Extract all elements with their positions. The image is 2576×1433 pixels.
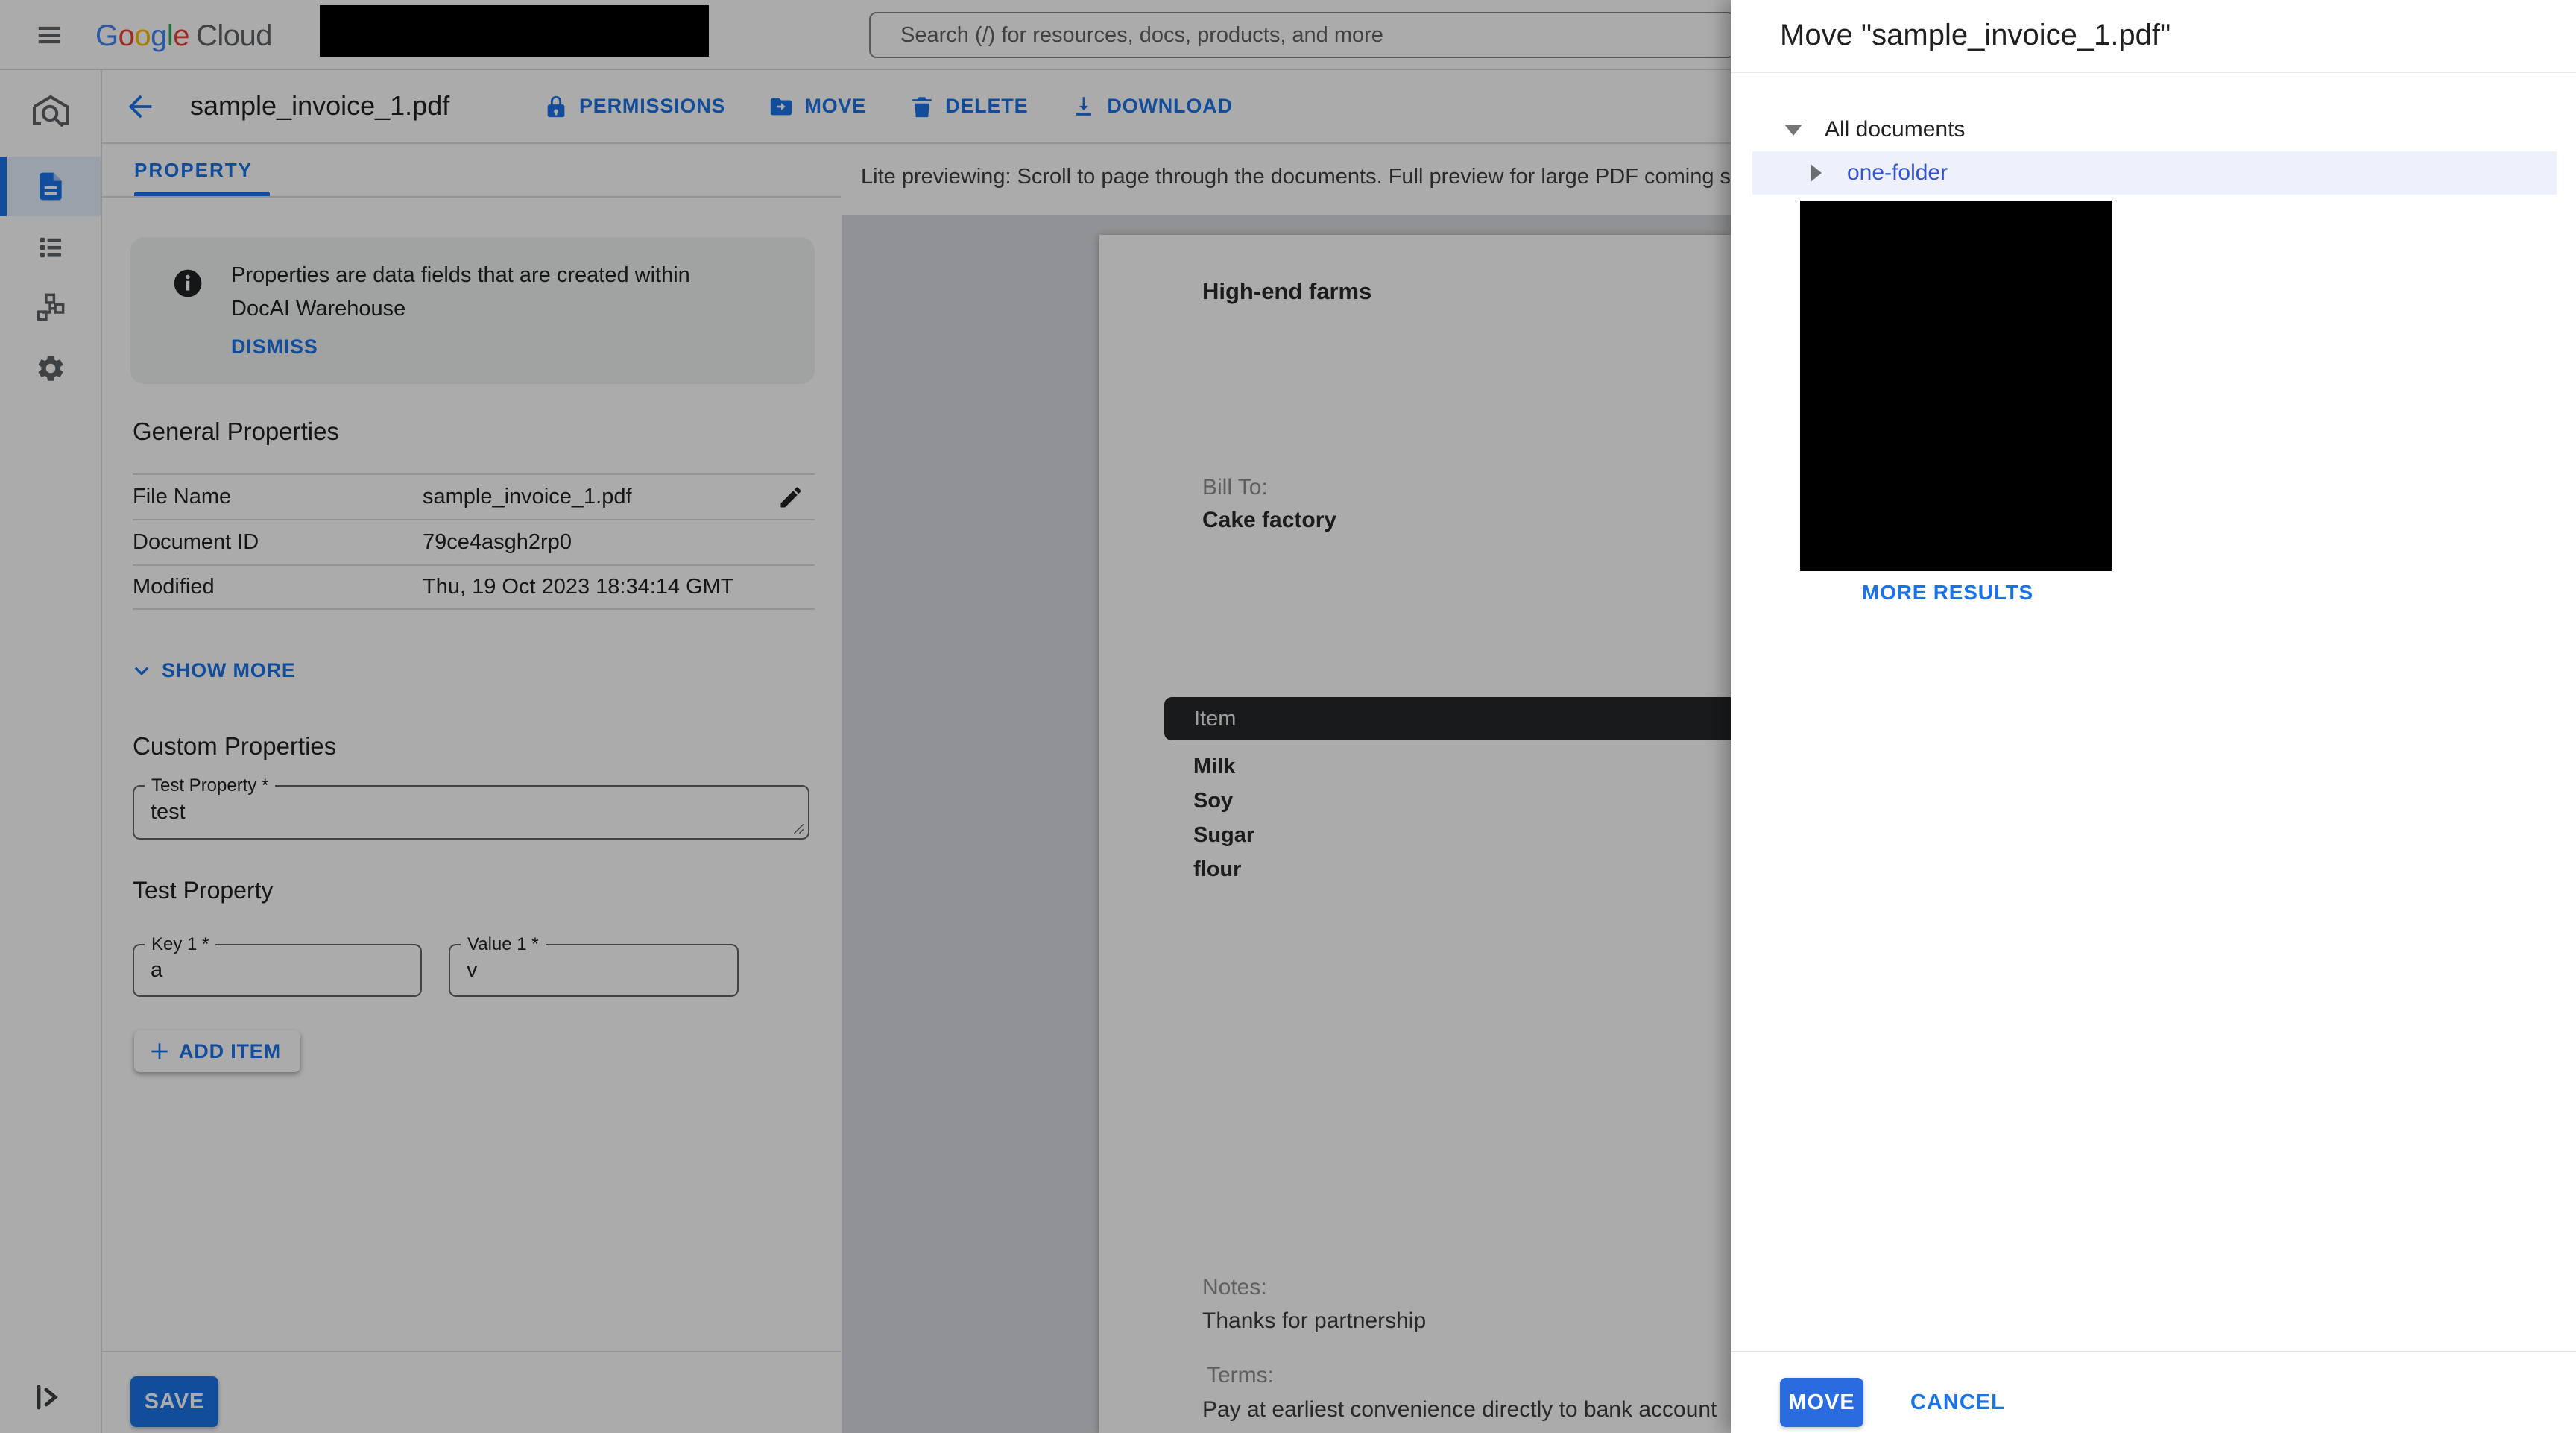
tree-item-all-documents[interactable]: All documents bbox=[1731, 108, 2576, 151]
triangle-right-icon[interactable] bbox=[1811, 164, 1822, 182]
dialog-move-button[interactable]: MOVE bbox=[1780, 1378, 1863, 1427]
dialog-header-divider bbox=[1731, 72, 2576, 73]
redacted-document-thumbnail[interactable] bbox=[1800, 201, 2112, 571]
app-screen: Google Cloud sample_invoice_1.pdf PERMIS… bbox=[0, 0, 2576, 1433]
more-results-button[interactable]: MORE RESULTS bbox=[1862, 581, 2033, 605]
tree-item-one-folder[interactable]: one-folder bbox=[1752, 151, 2557, 195]
dialog-cancel-button[interactable]: CANCEL bbox=[1892, 1378, 2023, 1427]
triangle-down-icon[interactable] bbox=[1784, 125, 1802, 136]
move-dialog: Move "sample_invoice_1.pdf" All document… bbox=[1731, 0, 2576, 1433]
dialog-title: Move "sample_invoice_1.pdf" bbox=[1780, 19, 2171, 52]
dialog-footer-divider bbox=[1731, 1351, 2576, 1352]
